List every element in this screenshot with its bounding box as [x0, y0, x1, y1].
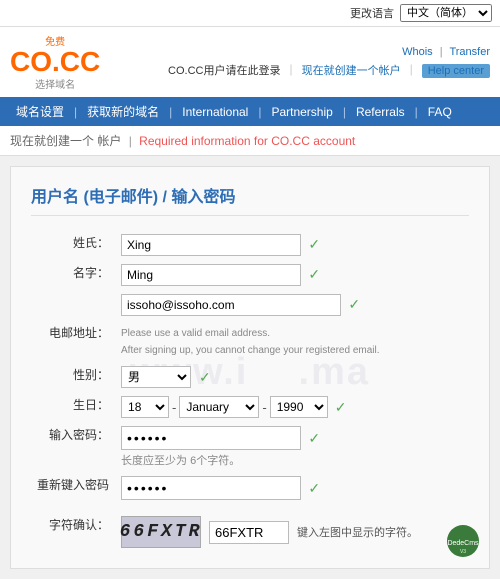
table-row: 电邮地址： Please use a valid email address. …	[31, 320, 469, 362]
table-row: 姓氏： ✓	[31, 230, 469, 260]
password-input[interactable]	[121, 426, 301, 450]
user-text: CO.CC用户请在此登录	[168, 65, 280, 77]
logo-row: 免费 CO.CC 选择域名 Whois | Transfer CO.CC用户请在…	[0, 27, 500, 97]
repassword-label: 重新键入密码	[31, 472, 115, 504]
create-account-link[interactable]: 现在就创建一个帐户	[302, 65, 401, 77]
captcha-cell: 66FXTR 键入左图中显示的字符。	[115, 512, 469, 552]
email-cell: ✓	[115, 290, 469, 320]
links-row: Whois | Transfer CO.CC用户请在此登录 ｜ 现在就创建一个帐…	[168, 46, 490, 78]
first-name-cell: ✓	[115, 260, 469, 290]
breadcrumb-current[interactable]: 现在就创建一个 帐户	[10, 134, 121, 148]
nav-item-international[interactable]: International	[172, 99, 258, 125]
nav-item-new-domain[interactable]: 获取新的域名	[77, 97, 169, 126]
check-icon-gender: ✓	[199, 369, 211, 386]
password-label: 输入密码：	[31, 422, 115, 472]
first-name-label: 名字：	[31, 260, 115, 290]
dob-row: 18 - January - 1990 ✓	[121, 396, 463, 418]
check-icon-dob: ✓	[335, 399, 347, 416]
transfer-link[interactable]: Transfer	[449, 46, 490, 58]
first-name-input[interactable]	[121, 264, 301, 286]
lang-select[interactable]: 中文（简体）	[400, 4, 492, 22]
captcha-label: 字符确认：	[31, 512, 115, 552]
gender-row: 男 女 ✓	[121, 366, 463, 388]
top-bar: 更改语言 中文（简体）	[0, 0, 500, 27]
help-link[interactable]: Help center	[422, 64, 490, 78]
check-icon-repassword: ✓	[308, 480, 320, 496]
check-icon-lastname: ✓	[308, 236, 320, 252]
breadcrumb-required: Required information for CO.CC account	[139, 134, 355, 148]
logo-area: 免费 CO.CC 选择域名	[10, 33, 100, 91]
table-row: 性别： 男 女 ✓	[31, 362, 469, 392]
email-label-main: 电邮地址：	[31, 320, 115, 362]
day-select[interactable]: 18	[121, 396, 169, 418]
check-icon-password: ✓	[308, 430, 320, 446]
repassword-cell: ✓	[115, 472, 469, 504]
email-label	[31, 290, 115, 320]
nav-item-referrals[interactable]: Referrals	[346, 99, 415, 125]
check-icon-email: ✓	[348, 296, 360, 312]
email-input[interactable]	[121, 294, 341, 316]
last-name-label: 姓氏：	[31, 230, 115, 260]
logo-co: CO.	[10, 46, 60, 77]
form-title: 用户名 (电子邮件) / 输入密码	[31, 183, 469, 216]
whois-link[interactable]: Whois	[402, 46, 433, 58]
nav-bar: 域名设置 | 获取新的域名 | International | Partners…	[0, 97, 500, 126]
table-row: 生日： 18 - January - 1990 ✓	[31, 392, 469, 422]
email-hint-cell: Please use a valid email address. After …	[115, 320, 469, 362]
spacer-row	[31, 504, 469, 512]
lang-label: 更改语言	[350, 5, 394, 21]
check-icon-firstname: ✓	[308, 266, 320, 282]
year-select[interactable]: 1990	[270, 396, 328, 418]
nav-item-domain-settings[interactable]: 域名设置	[6, 97, 74, 126]
logo-text: CO.CC	[10, 48, 100, 76]
captcha-hint: 键入左图中显示的字符。	[297, 524, 418, 540]
table-row: 名字： ✓	[31, 260, 469, 290]
captcha-row: 66FXTR 键入左图中显示的字符。	[121, 516, 463, 548]
breadcrumb: 现在就创建一个 帐户 | Required information for CO…	[0, 126, 500, 156]
nav-item-faq[interactable]: FAQ	[418, 99, 462, 125]
month-select[interactable]: January	[179, 396, 259, 418]
password-cell: ✓ 长度应至少为 6个字符。	[115, 422, 469, 472]
logo-sub: 选择域名	[10, 76, 100, 91]
user-links: CO.CC用户请在此登录 ｜ 现在就创建一个帐户 ｜ Help center	[168, 62, 490, 78]
table-row: ✓	[31, 290, 469, 320]
dob-label: 生日：	[31, 392, 115, 422]
table-row: 输入密码： ✓ 长度应至少为 6个字符。	[31, 422, 469, 472]
main-content: www.i .ma 用户名 (电子邮件) / 输入密码 姓氏： ✓ 名字： ✓ …	[10, 166, 490, 569]
table-row: 重新键入密码 ✓	[31, 472, 469, 504]
dob-cell: 18 - January - 1990 ✓	[115, 392, 469, 422]
gender-select[interactable]: 男 女	[121, 366, 191, 388]
form-table: 姓氏： ✓ 名字： ✓ ✓ 电邮地址： Please use a	[31, 230, 469, 552]
table-row: 字符确认： 66FXTR 键入左图中显示的字符。	[31, 512, 469, 552]
nav-item-partnership[interactable]: Partnership	[261, 99, 342, 125]
last-name-input[interactable]	[121, 234, 301, 256]
captcha-image: 66FXTR	[121, 516, 201, 548]
email-hint1: Please use a valid email address.	[121, 326, 463, 341]
last-name-cell: ✓	[115, 230, 469, 260]
min-length-hint: 长度应至少为 6个字符。	[121, 452, 463, 468]
repassword-input[interactable]	[121, 476, 301, 500]
gender-cell: 男 女 ✓	[115, 362, 469, 392]
email-hint2: After signing up, you cannot change your…	[121, 343, 463, 358]
logo-cc: CC	[60, 46, 100, 77]
gender-label: 性别：	[31, 362, 115, 392]
top-links: Whois | Transfer	[402, 46, 490, 58]
